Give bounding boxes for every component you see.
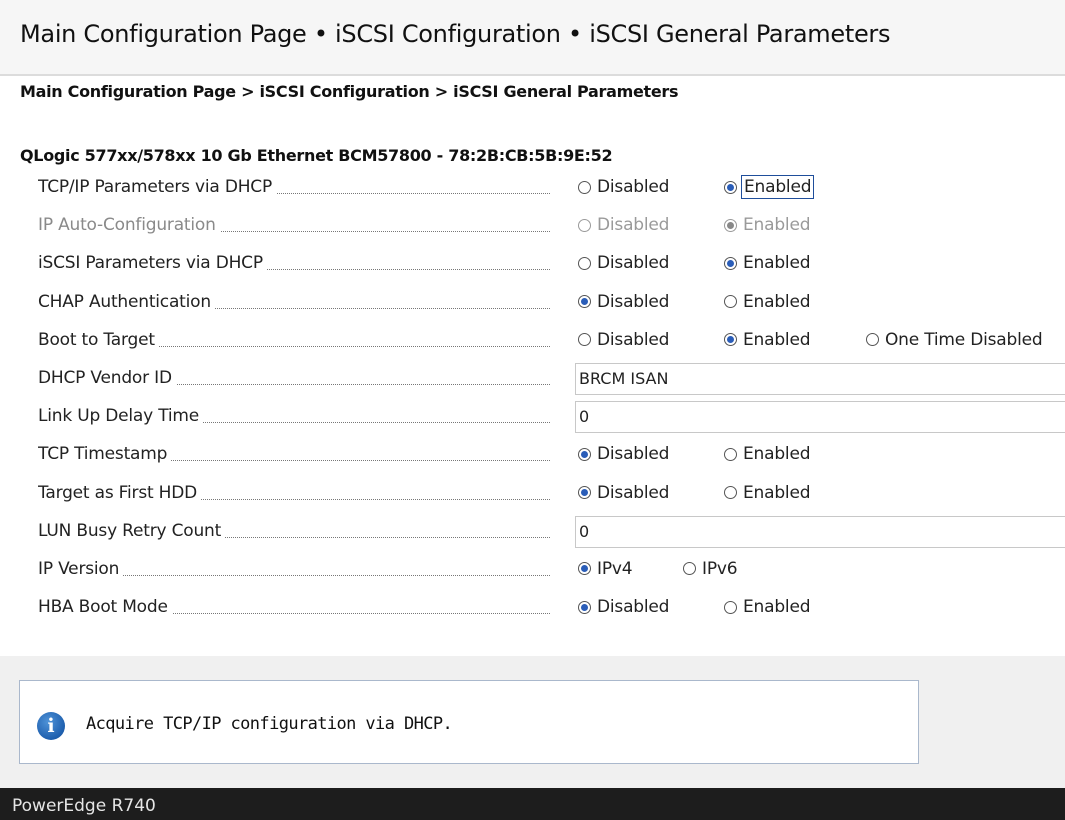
- setting-boot-to-target: Boot to Target Disabled Enabled One Time…: [0, 323, 1065, 361]
- setting-target-first-hdd: Target as First HDD Disabled Enabled: [0, 476, 1065, 514]
- help-text: Acquire TCP/IP configuration via DHCP.: [86, 714, 453, 734]
- radio-disabled[interactable]: Disabled: [578, 177, 669, 197]
- setting-lun-busy-retry: LUN Busy Retry Count 0: [0, 514, 1065, 552]
- lun-busy-retry-field[interactable]: 0: [575, 515, 1065, 548]
- radio-disabled[interactable]: Disabled: [578, 444, 669, 464]
- radio-icon: [578, 333, 591, 347]
- setting-link-up-delay: Link Up Delay Time 0: [0, 399, 1065, 437]
- setting-tcpip-dhcp: TCP/IP Parameters via DHCP Disabled Enab…: [0, 170, 1065, 208]
- setting-label: TCP/IP Parameters via DHCP: [38, 177, 550, 201]
- radio-checked-icon: [578, 600, 591, 614]
- setting-label: Boot to Target: [38, 329, 550, 354]
- radio-enabled[interactable]: Enabled: [724, 444, 811, 464]
- footer-bar: PowerEdge R740: [0, 788, 1065, 820]
- radio-icon: [724, 295, 737, 309]
- setting-label: Link Up Delay Time: [38, 406, 550, 430]
- radio-ipv4[interactable]: IPv4: [578, 559, 633, 579]
- setting-label: Target as First HDD: [38, 482, 550, 507]
- radio-checked-icon: [578, 295, 591, 309]
- radio-enabled[interactable]: Enabled: [724, 253, 811, 273]
- radio-checked-icon: [724, 180, 737, 194]
- radio-disabled[interactable]: Disabled: [578, 253, 669, 273]
- radio-checked-icon: [724, 333, 737, 347]
- radio-enabled[interactable]: Enabled: [724, 330, 811, 350]
- radio-icon: [578, 218, 591, 232]
- radio-checked-icon: [724, 218, 737, 232]
- system-model: PowerEdge R740: [12, 796, 156, 816]
- radio-one-time-disabled[interactable]: One Time Disabled: [866, 330, 1043, 350]
- radio-disabled[interactable]: Disabled: [578, 292, 669, 312]
- radio-ipv6[interactable]: IPv6: [683, 559, 738, 579]
- breadcrumb: Main Configuration Page > iSCSI Configur…: [20, 82, 679, 101]
- radio-enabled[interactable]: Enabled: [724, 597, 811, 617]
- setting-label: DHCP Vendor ID: [38, 367, 550, 392]
- radio-disabled[interactable]: Disabled: [578, 483, 669, 503]
- setting-label: IP Version: [38, 558, 550, 583]
- setting-hba-boot-mode: HBA Boot Mode Disabled Enabled: [0, 590, 1065, 628]
- radio-disabled: Disabled: [578, 215, 669, 235]
- setting-label: TCP Timestamp: [38, 444, 550, 468]
- radio-icon: [578, 180, 591, 194]
- setting-label: LUN Busy Retry Count: [38, 520, 550, 545]
- setting-label: CHAP Authentication: [38, 291, 550, 316]
- setting-label: HBA Boot Mode: [38, 597, 550, 621]
- setting-ip-auto-config: IP Auto-Configuration Disabled Enabled: [0, 208, 1065, 246]
- radio-icon: [724, 600, 737, 614]
- radio-icon: [578, 256, 591, 270]
- dhcp-vendor-id-field[interactable]: BRCM ISAN: [575, 362, 1065, 395]
- radio-checked-icon: [578, 562, 591, 576]
- help-area: i Acquire TCP/IP configuration via DHCP.: [0, 656, 1065, 788]
- radio-icon: [724, 447, 737, 461]
- setting-tcp-timestamp: TCP Timestamp Disabled Enabled: [0, 437, 1065, 475]
- setting-chap-auth: CHAP Authentication Disabled Enabled: [0, 285, 1065, 323]
- radio-checked-icon: [724, 256, 737, 270]
- link-up-delay-field[interactable]: 0: [575, 401, 1065, 434]
- setting-ip-version: IP Version IPv4 IPv6: [0, 552, 1065, 590]
- info-icon: i: [37, 712, 65, 740]
- radio-checked-icon: [578, 447, 591, 461]
- radio-icon: [683, 562, 696, 576]
- device-heading: QLogic 577xx/578xx 10 Gb Ethernet BCM578…: [20, 146, 613, 165]
- radio-disabled[interactable]: Disabled: [578, 597, 669, 617]
- radio-enabled[interactable]: Enabled: [724, 175, 815, 199]
- setting-label: iSCSI Parameters via DHCP: [38, 253, 550, 277]
- radio-icon: [866, 333, 879, 347]
- radio-checked-icon: [578, 486, 591, 499]
- radio-icon: [724, 486, 737, 499]
- setting-iscsi-dhcp: iSCSI Parameters via DHCP Disabled Enabl…: [0, 246, 1065, 284]
- title-bar: Main Configuration Page • iSCSI Configur…: [0, 0, 1065, 76]
- page-title: Main Configuration Page • iSCSI Configur…: [20, 20, 891, 48]
- settings-list: TCP/IP Parameters via DHCP Disabled Enab…: [0, 170, 1065, 628]
- setting-dhcp-vendor-id: DHCP Vendor ID BRCM ISAN: [0, 361, 1065, 399]
- help-box: i Acquire TCP/IP configuration via DHCP.: [19, 680, 919, 764]
- radio-enabled[interactable]: Enabled: [724, 292, 811, 312]
- radio-disabled[interactable]: Disabled: [578, 330, 669, 350]
- radio-enabled: Enabled: [724, 215, 811, 235]
- radio-enabled[interactable]: Enabled: [724, 483, 811, 503]
- setting-label: IP Auto-Configuration: [38, 215, 550, 239]
